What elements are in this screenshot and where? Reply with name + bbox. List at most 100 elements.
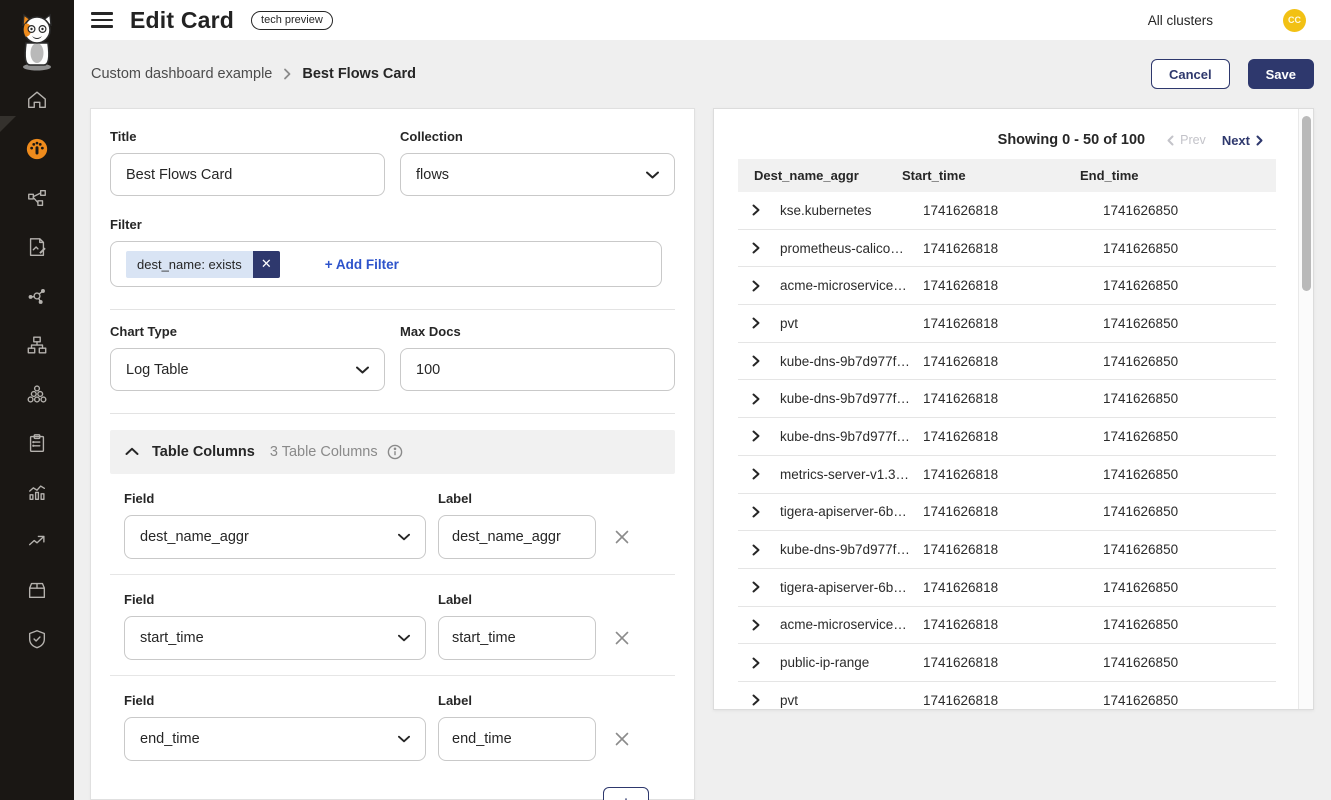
logs-icon[interactable] [25,480,49,504]
calico-logo[interactable] [0,0,74,78]
preview-scrollbar-track[interactable] [1298,109,1313,709]
prev-page-button[interactable]: Prev [1167,133,1206,147]
table-row[interactable]: acme-microservice… 1741626818 1741626850 [738,267,1276,305]
add-column-button[interactable]: + [603,787,649,800]
service-graph-icon[interactable] [25,186,49,210]
row-name: kube-dns-9b7d977f… [780,542,923,557]
expand-row-chevron-icon[interactable] [752,242,768,254]
add-filter-link[interactable]: + Add Filter [325,257,399,272]
field-value: end_time [140,731,200,747]
table-row[interactable]: public-ip-range 1741626818 1741626850 [738,644,1276,682]
save-button[interactable]: Save [1248,59,1314,89]
table-row[interactable]: kse.kubernetes 1741626818 1741626850 [738,192,1276,230]
expand-row-chevron-icon[interactable] [752,544,768,556]
table-row[interactable]: pvt 1741626818 1741626850 [738,682,1276,710]
next-page-button[interactable]: Next [1222,133,1263,148]
row-name: acme-microservice… [780,617,923,632]
collection-select[interactable]: flows [400,153,675,196]
packages-icon[interactable] [25,578,49,602]
expand-row-chevron-icon[interactable] [752,204,768,216]
cancel-button[interactable]: Cancel [1151,59,1230,89]
table-row[interactable]: kube-dns-9b7d977f… 1741626818 1741626850 [738,380,1276,418]
dashboards-icon-active[interactable] [25,137,49,161]
expand-row-chevron-icon[interactable] [752,280,768,292]
avatar[interactable]: CC [1283,9,1306,32]
expand-row-chevron-icon[interactable] [752,430,768,442]
expand-row-chevron-icon[interactable] [752,657,768,669]
label-input[interactable] [438,717,596,761]
row-start: 1741626818 [923,278,1103,293]
label-label: Label [438,491,596,506]
table-row[interactable]: metrics-server-v1.3… 1741626818 17416268… [738,456,1276,494]
max-docs-input[interactable] [400,348,675,391]
row-end: 1741626850 [1103,580,1276,595]
collapse-chevron-icon[interactable] [125,443,139,461]
table-row[interactable]: kube-dns-9b7d977f… 1741626818 1741626850 [738,343,1276,381]
compliance-icon[interactable] [25,431,49,455]
remove-filter-icon[interactable]: ✕ [253,251,280,278]
table-column-row: Field dest_name_aggr Label [110,474,675,559]
expand-row-chevron-icon[interactable] [752,581,768,593]
breadcrumb-chevron-icon [283,68,291,80]
info-icon[interactable] [387,444,403,460]
label-label: Label [438,592,596,607]
row-name: pvt [780,316,923,331]
network-hierarchy-icon[interactable] [25,333,49,357]
chart-type-select[interactable]: Log Table [110,348,385,391]
field-label: Field [124,693,426,708]
remove-column-icon[interactable] [604,616,640,660]
field-label: Field [124,491,426,506]
page-title: Edit Card [130,7,234,34]
row-end: 1741626850 [1103,542,1276,557]
field-select[interactable]: end_time [124,717,426,761]
breadcrumb-row: Custom dashboard example Best Flows Card… [74,40,1331,108]
sidebar [0,0,74,800]
label-input[interactable] [438,515,596,559]
showing-count: Showing 0 - 50 of 100 [998,132,1145,148]
table-row[interactable]: kube-dns-9b7d977f… 1741626818 1741626850 [738,531,1276,569]
table-row[interactable]: pvt 1741626818 1741626850 [738,305,1276,343]
table-row[interactable]: prometheus-calico… 1741626818 1741626850 [738,230,1276,268]
divider [110,413,675,414]
flows-table: Dest_name_aggr Start_time End_time kse.k… [738,159,1276,710]
expand-row-chevron-icon[interactable] [752,694,768,706]
card-edit-form: Title Collection flows Filter dest_name:… [90,108,695,800]
table-row[interactable]: tigera-apiserver-6b… 1741626818 17416268… [738,494,1276,532]
expand-row-chevron-icon[interactable] [752,355,768,367]
expand-row-chevron-icon[interactable] [752,317,768,329]
table-row[interactable]: kube-dns-9b7d977f… 1741626818 1741626850 [738,418,1276,456]
security-shield-icon[interactable] [25,627,49,651]
flow-visualization-icon[interactable] [25,284,49,308]
table-row[interactable]: tigera-apiserver-6b… 1741626818 17416268… [738,569,1276,607]
field-select[interactable]: dest_name_aggr [124,515,426,559]
label-input[interactable] [438,616,596,660]
table-column-row: Field start_time Label [110,574,675,660]
expand-row-chevron-icon[interactable] [752,506,768,518]
clusters-icon[interactable] [25,382,49,406]
row-start: 1741626818 [923,617,1103,632]
topbar: Edit Card tech preview All clusters CC [74,0,1331,40]
trends-icon[interactable] [25,529,49,553]
expand-row-chevron-icon[interactable] [752,393,768,405]
reports-icon[interactable] [25,235,49,259]
expand-row-chevron-icon[interactable] [752,619,768,631]
tech-preview-badge: tech preview [251,11,333,30]
table-columns-section-header[interactable]: Table Columns 3 Table Columns [110,430,675,474]
remove-column-icon[interactable] [604,717,640,761]
table-row[interactable]: acme-microservice… 1741626818 1741626850 [738,607,1276,645]
cluster-selector[interactable]: All clusters [1148,13,1213,28]
flows-table-header: Dest_name_aggr Start_time End_time [738,159,1276,192]
field-select[interactable]: start_time [124,616,426,660]
row-end: 1741626850 [1103,693,1276,708]
home-icon[interactable] [25,88,49,112]
preview-scrollbar-thumb[interactable] [1302,116,1311,291]
expand-row-chevron-icon[interactable] [752,468,768,480]
row-end: 1741626850 [1103,504,1276,519]
row-start: 1741626818 [923,542,1103,557]
filter-box[interactable]: dest_name: exists ✕ + Add Filter [110,241,662,287]
breadcrumb-parent[interactable]: Custom dashboard example [91,66,272,82]
field-value: dest_name_aggr [140,529,249,545]
menu-toggle-icon[interactable] [91,8,115,32]
title-input[interactable] [110,153,385,196]
remove-column-icon[interactable] [604,515,640,559]
